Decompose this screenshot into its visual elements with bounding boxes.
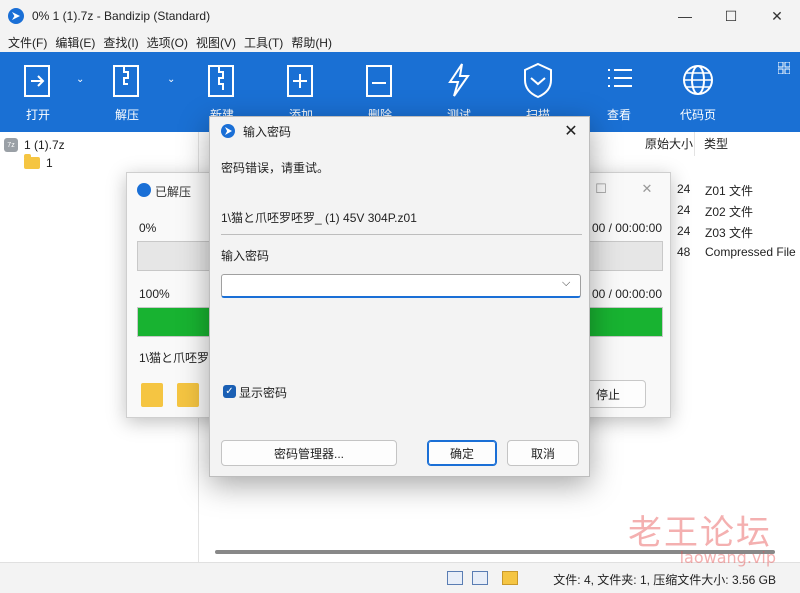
title-bar: 0% 1 (1).7z - Bandizip (Standard) — ☐ ✕ [0,0,800,32]
password-error-message: 密码错误，请重试。 [221,161,330,175]
thumbnail-view-icon[interactable] [472,571,488,585]
open-dropdown-icon[interactable]: ⌄ [76,74,84,85]
ok-button[interactable]: 确定 [427,440,497,466]
extract-label: 解压 [114,108,139,122]
maximize-button[interactable]: ☐ [708,0,754,32]
tree-folder-label: 1 [46,156,53,170]
divider [221,234,582,235]
row4-type: Compressed File [705,245,796,259]
password-manager-button[interactable]: 密码管理器... [221,440,397,466]
dest-folder-icon[interactable] [177,383,199,407]
progress1-time: 00 / 00:00:00 [591,221,662,235]
row1-type: Z01 文件 [705,184,754,198]
password-input-label: 输入密码 [221,249,270,263]
cancel-button[interactable]: 取消 [507,440,579,466]
current-file-label: 1\猫と爪呸罗 [139,351,210,365]
open-icon [24,65,50,97]
password-input[interactable] [221,274,581,298]
shield-icon [524,62,552,99]
watermark-url: laowang.vip [679,548,776,567]
details-view-icon[interactable] [447,571,463,585]
extract-dropdown-icon[interactable]: ⌄ [167,74,175,85]
menu-view[interactable]: 视图(V) [192,34,240,51]
password-filename: 1\猫と爪呸罗呸罗_ (1) 45V 304P.z01 [221,211,417,225]
progress1-percent: 0% [139,221,157,235]
delete-icon [366,65,392,97]
bandizip-icon [221,124,235,138]
open-button[interactable]: 打开 [3,60,73,128]
menu-bar: 文件(F) 编辑(E) 查找(I) 选项(O) 视图(V) 工具(T) 帮助(H… [0,32,800,52]
row4-size: 48 [677,245,691,259]
password-close-button[interactable]: ✕ [559,119,583,143]
progress-close-button[interactable]: ✕ [624,179,670,199]
folder-icon [24,154,40,169]
menu-options[interactable]: 选项(O) [143,34,192,51]
archive-folder-icon[interactable] [502,571,518,585]
tree-archive-label: 1 (1).7z [24,138,65,152]
globe-icon [683,65,713,95]
add-icon [287,65,313,97]
extract-button[interactable]: 解压 [92,60,162,128]
close-button[interactable]: ✕ [754,0,800,32]
tree-item-folder[interactable]: 1 [0,154,198,172]
password-dialog-title: 输入密码 [243,124,292,139]
codepage-label: 代码页 [679,108,716,122]
column-original-size[interactable]: 原始大小 [645,132,695,156]
window-title: 0% 1 (1).7z - Bandizip (Standard) [32,9,211,23]
status-text: 文件: 4, 文件夹: 1, 压缩文件大小: 3.56 GB [553,573,776,587]
extract-icon [113,65,139,97]
source-folder-icon[interactable] [141,383,163,407]
bandizip-icon [8,8,24,24]
menu-edit[interactable]: 编辑(E) [51,34,99,51]
row3-size: 24 [677,224,691,238]
password-dialog: 输入密码 ✕ 密码错误，请重试。 1\猫と爪呸罗呸罗_ (1) 45V 304P… [209,116,590,477]
archive-icon: 7z [4,138,18,152]
open-label: 打开 [25,108,50,122]
progress-dialog-title: 已解压 [155,185,192,199]
view-label: 查看 [606,108,631,122]
new-archive-icon [208,65,234,97]
row2-type: Z02 文件 [705,205,754,219]
password-dialog-titlebar: 输入密码 [210,117,589,145]
codepage-button[interactable]: 代码页 [663,60,733,128]
chevron-down-icon[interactable]: ⌵ [562,277,570,290]
menu-file[interactable]: 文件(F) [4,34,51,51]
column-type[interactable]: 类型 [704,132,800,156]
menu-help[interactable]: 帮助(H) [287,34,336,51]
row3-type: Z03 文件 [705,226,754,240]
row1-size: 24 [677,182,691,196]
watermark-title: 老王论坛 [628,513,772,553]
progress2-percent: 100% [139,287,170,301]
lightning-icon [448,63,470,97]
minimize-button[interactable]: — [662,0,708,32]
layout-grid-icon[interactable] [778,62,790,74]
tree-item-archive[interactable]: 7z 1 (1).7z [0,136,198,154]
menu-tools[interactable]: 工具(T) [240,34,287,51]
bandizip-icon [137,183,151,197]
row2-size: 24 [677,203,691,217]
show-password-label[interactable]: 显示密码 [239,384,287,401]
view-button[interactable]: 查看 [584,60,654,128]
list-view-icon [608,69,632,87]
progress2-time: 00 / 00:00:00 [591,287,662,301]
menu-find[interactable]: 查找(I) [99,34,142,51]
show-password-checkbox[interactable]: ✓ [223,385,236,398]
